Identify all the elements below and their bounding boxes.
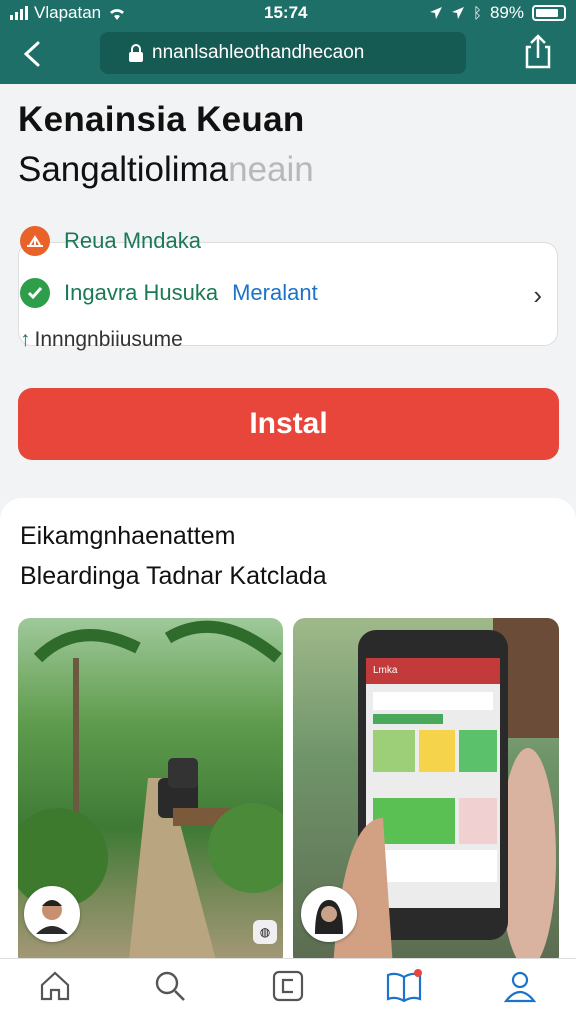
- address-bar[interactable]: nnanlsahleothandhecaon: [100, 32, 466, 74]
- profile-icon: [503, 971, 537, 1003]
- bluetooth-icon: ᛒ: [472, 4, 482, 22]
- location-icon: [451, 7, 464, 19]
- battery-percent: 89%: [489, 3, 524, 22]
- status-bar: Vlapatan 15:74 ᛒ 89%: [0, 0, 576, 26]
- badge-status: Meralant: [232, 280, 318, 305]
- bottom-tab-bar: [0, 958, 576, 1024]
- developer-logo-icon: [20, 226, 50, 256]
- app-title: Kenainsia Keuan: [18, 100, 305, 139]
- status-time: 15:74: [264, 3, 308, 22]
- app-badge-icon: ◍: [253, 920, 277, 944]
- shield-check-icon: [20, 278, 50, 308]
- lock-icon: [129, 44, 143, 62]
- downloads-row: ↑ Innngnbiiusume: [20, 328, 183, 352]
- back-button[interactable]: [16, 36, 52, 72]
- arrow-up-icon: ↑: [20, 328, 31, 351]
- home-icon: [40, 971, 70, 1001]
- apps-icon: [272, 970, 304, 1002]
- app-subtitle: Sangaltiolimaneain: [18, 150, 314, 189]
- avatar: [24, 886, 80, 942]
- search-icon: [155, 971, 185, 1001]
- screenshots-panel: Eikamgnhaenattem Bleardinga Tadnar Katcl…: [0, 498, 576, 968]
- url-text: nnanlsahleothandhecaon: [152, 42, 365, 63]
- carrier-name: Vlapatan: [34, 3, 102, 22]
- share-button[interactable]: [522, 34, 558, 70]
- location-icon: [429, 7, 442, 19]
- share-icon: [525, 34, 551, 69]
- wifi-icon: [110, 9, 125, 20]
- signal-icon: [10, 6, 28, 20]
- app-detail-page: Kenainsia Keuan Sangaltiolimaneain Reua …: [0, 84, 576, 968]
- badge-row[interactable]: Ingavra Husuka Meralant: [20, 278, 318, 308]
- tab-search[interactable]: [140, 969, 200, 1015]
- downloads-text: Innngnbiiusume: [34, 328, 183, 351]
- install-button[interactable]: Instal: [18, 388, 559, 460]
- tab-profile[interactable]: [490, 969, 550, 1015]
- chevron-right-icon[interactable]: ›: [533, 280, 542, 311]
- tab-library[interactable]: [374, 969, 434, 1015]
- browser-toolbar: nnanlsahleothandhecaon: [0, 26, 576, 84]
- avatar: [301, 886, 357, 942]
- tab-home[interactable]: [25, 969, 85, 1015]
- screenshot-phone-app[interactable]: Lmka: [293, 618, 559, 968]
- app-header-text: Lmka: [373, 665, 398, 676]
- back-icon: [23, 41, 40, 67]
- screenshot-village-path[interactable]: ◍: [18, 618, 283, 968]
- developer-name: Reua Mndaka: [64, 228, 201, 253]
- book-icon: [386, 969, 422, 1003]
- panel-title: Eikamgnhaenattem: [20, 522, 236, 550]
- developer-row: Reua Mndaka: [20, 226, 201, 256]
- tab-apps[interactable]: [258, 969, 318, 1015]
- panel-subtitle: Bleardinga Tadnar Katclada: [20, 562, 327, 590]
- battery-icon: [532, 5, 566, 21]
- badge-label: Ingavra Husuka: [64, 280, 219, 305]
